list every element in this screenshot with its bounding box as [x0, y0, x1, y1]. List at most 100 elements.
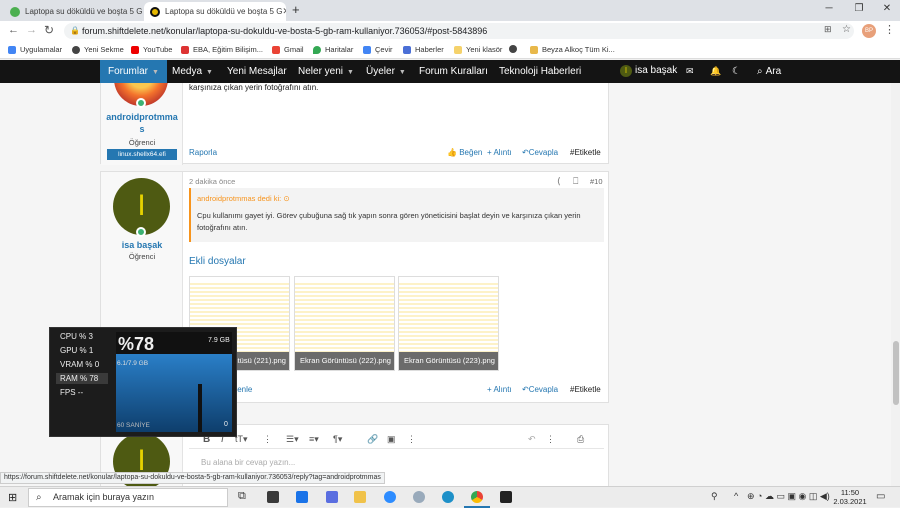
reload-icon[interactable]: ↻: [44, 23, 54, 37]
nav-label: Forum Kuralları: [419, 66, 488, 77]
nav-neler-yeni[interactable]: Neler yeni ▼: [298, 66, 354, 77]
bookmark-gmail[interactable]: Gmail: [272, 45, 304, 54]
align-icon[interactable]: ≡▾: [309, 434, 319, 445]
bookmark-icon[interactable]: ⎕: [573, 176, 578, 187]
username[interactable]: isa başak: [101, 240, 183, 250]
share-icon[interactable]: ⟨: [557, 176, 561, 187]
search-icon: ⌕: [757, 66, 763, 77]
user-role: Öğrenci: [128, 138, 156, 147]
scrollbar-thumb[interactable]: [893, 341, 899, 405]
reply-button[interactable]: ↶Cevapla: [522, 385, 558, 394]
attachment-thumb[interactable]: Ekran Görüntüsü (223).png: [398, 276, 499, 371]
app-icon[interactable]: [413, 491, 425, 503]
forward-icon[interactable]: →: [26, 24, 37, 36]
like-button[interactable]: 👍 Beğen: [447, 148, 482, 157]
maximize-button[interactable]: ❐: [848, 3, 870, 14]
chevron-down-icon[interactable]: ▼: [399, 69, 406, 76]
chrome-icon[interactable]: [471, 491, 483, 503]
nav-teknoloji-haberleri[interactable]: Teknoloji Haberleri: [499, 66, 581, 77]
bookmark-eba[interactable]: EBA, Eğitim Bilişim...: [181, 45, 263, 54]
close-window-button[interactable]: ✕: [876, 3, 898, 14]
page-scrollbar[interactable]: [891, 83, 900, 486]
attachment-thumb[interactable]: Ekran Görüntüsü (222).png: [294, 276, 395, 371]
nav-label: Medya: [172, 66, 203, 77]
profile-avatar[interactable]: BP: [862, 24, 876, 38]
bookmark-translate[interactable]: Çevir: [363, 45, 393, 54]
bookmark-beyza[interactable]: Beyza Alkoç Tüm Ki...: [530, 45, 615, 54]
app-icon[interactable]: [326, 491, 338, 503]
tray-icons[interactable]: ⊕ ◔ ☁ ▭ ▣ ◉ ◫ ◀): [747, 491, 830, 502]
reply-button[interactable]: ↶Cevapla: [522, 148, 558, 157]
quote-button[interactable]: + Alıntı: [487, 148, 512, 157]
bookmark-news[interactable]: Haberler: [403, 45, 444, 54]
username[interactable]: androidprotmma s: [103, 111, 181, 135]
task-view-icon[interactable]: ⧉: [238, 490, 246, 503]
store-icon[interactable]: [267, 491, 279, 503]
post-number[interactable]: #10: [590, 177, 603, 186]
nav-medya[interactable]: Medya ▼: [172, 66, 213, 77]
nav-uyeler[interactable]: Üyeler ▼: [366, 66, 406, 77]
chevron-down-icon[interactable]: ▼: [152, 69, 159, 76]
clock[interactable]: 11:50 2.03.2021: [832, 488, 868, 506]
chevron-down-icon[interactable]: ▼: [347, 69, 354, 76]
list-icon[interactable]: ☰▾: [286, 434, 299, 445]
undo-icon[interactable]: ↶: [528, 434, 536, 445]
tag-button[interactable]: #Etiketle: [570, 148, 601, 157]
metric-vram[interactable]: VRAM % 0: [56, 359, 108, 370]
post-time[interactable]: 2 dakika önce: [189, 177, 235, 186]
more-icon[interactable]: ⋮: [263, 434, 272, 445]
bookmark-star-icon[interactable]: ☆: [842, 24, 851, 35]
nav-yeni-mesajlar[interactable]: Yeni Mesajlar: [227, 66, 287, 77]
chevron-up-icon[interactable]: ^: [734, 491, 738, 501]
windows-start-icon[interactable]: ⊞: [8, 491, 17, 504]
link-icon[interactable]: 🔗: [367, 434, 378, 445]
menu-icon[interactable]: ⋮: [884, 23, 895, 36]
nav-user[interactable]: Iisa başak: [620, 65, 677, 77]
report-link[interactable]: Raporla: [189, 148, 217, 157]
quote-button[interactable]: + Alıntı: [487, 385, 512, 394]
app-icon[interactable]: [500, 491, 512, 503]
moon-icon[interactable]: ☾: [732, 66, 741, 77]
preview-icon[interactable]: ⎙: [577, 434, 584, 445]
metric-ram[interactable]: RAM % 78: [56, 373, 108, 384]
back-icon[interactable]: ←: [8, 24, 19, 36]
bookmark-maps[interactable]: Haritalar: [313, 45, 353, 54]
browser-tab[interactable]: Laptopa su döküldü ve boşta 5 G ✕: [4, 2, 142, 21]
bookmark-folder[interactable]: Yeni klasör: [454, 45, 502, 54]
metric-gpu[interactable]: GPU % 1: [56, 345, 108, 356]
install-icon[interactable]: ⊞: [824, 24, 832, 35]
more-icon[interactable]: ⋮: [546, 434, 555, 445]
zoom-icon[interactable]: [384, 491, 396, 503]
metric-cpu[interactable]: CPU % 3: [56, 331, 108, 342]
image-icon[interactable]: ▣: [387, 434, 396, 445]
mail-icon[interactable]: [296, 491, 308, 503]
nav-forum-kurallari[interactable]: Forum Kuralları: [419, 66, 488, 77]
reply-placeholder[interactable]: Bu alana bir cevap yazın...: [201, 458, 295, 467]
file-explorer-icon[interactable]: [354, 491, 366, 503]
url-bar[interactable]: 🔒 forum.shiftdelete.net/konular/laptopa-…: [64, 23, 854, 39]
performance-overlay[interactable]: CPU % 3 GPU % 1 VRAM % 0 RAM % 78 FPS --…: [49, 327, 237, 437]
paragraph-icon[interactable]: ¶▾: [333, 434, 342, 445]
notifications-icon[interactable]: ▭: [876, 491, 885, 502]
browser-tab-active[interactable]: Laptopa su döküldü ve boşta 5 G ✕: [144, 2, 286, 21]
chevron-down-icon[interactable]: ▼: [206, 69, 213, 76]
more-icon[interactable]: ⋮: [407, 434, 416, 445]
nav-forumlar[interactable]: Forumlar ▼: [100, 60, 167, 83]
inbox-icon[interactable]: ✉: [686, 66, 694, 77]
minimize-button[interactable]: ─: [818, 3, 840, 14]
new-tab-button[interactable]: +: [292, 2, 300, 17]
metric-fps[interactable]: FPS --: [56, 387, 108, 398]
doc-icon: [530, 45, 538, 54]
bookmark-globe[interactable]: [509, 45, 521, 53]
taskbar-search[interactable]: ⌕ Aramak için buraya yazın: [28, 488, 228, 507]
quote-author[interactable]: androidprotmmas dedi ki: ⊙: [197, 194, 290, 203]
tag-button[interactable]: #Etiketle: [570, 385, 601, 394]
close-icon[interactable]: ✕: [282, 6, 286, 17]
bookmark-new-tab[interactable]: Yeni Sekme: [72, 45, 124, 54]
bell-icon[interactable]: 🔔: [710, 66, 721, 77]
search-button[interactable]: ⌕ Ara: [757, 66, 781, 77]
people-icon[interactable]: ⚲: [711, 491, 718, 502]
edge-icon[interactable]: [442, 491, 454, 503]
bookmark-apps[interactable]: Uygulamalar: [8, 45, 62, 54]
bookmark-youtube[interactable]: YouTube: [131, 45, 172, 54]
